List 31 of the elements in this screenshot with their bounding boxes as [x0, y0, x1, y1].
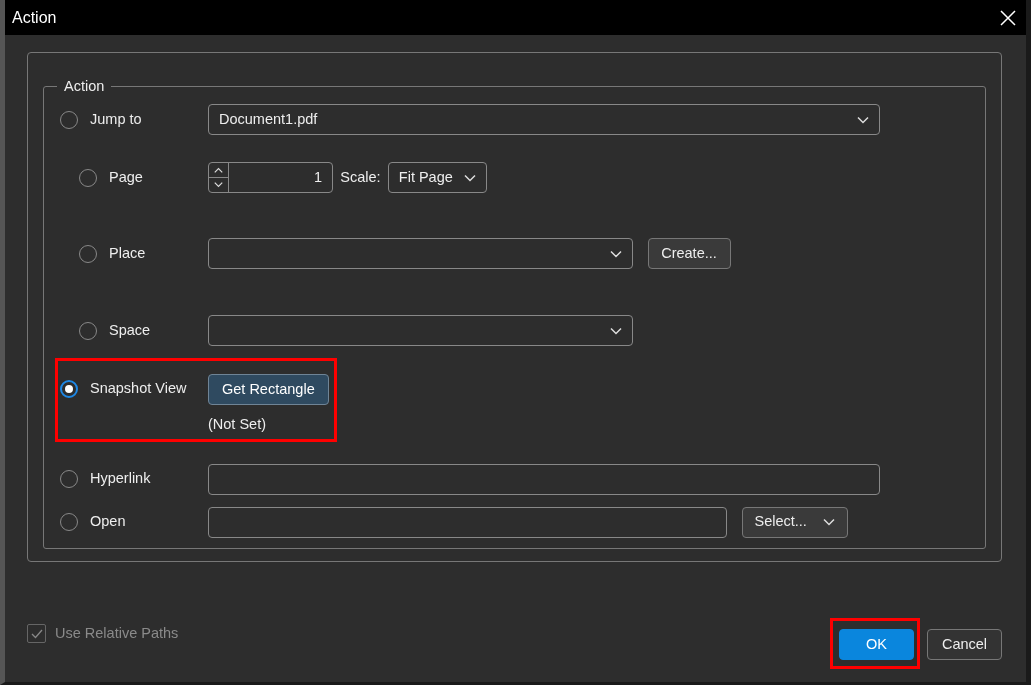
chevron-down-icon — [857, 115, 869, 124]
text-field[interactable] — [208, 463, 880, 495]
option-label: Snapshot View — [90, 379, 187, 399]
chevron-down-icon — [463, 173, 476, 182]
checkmark-icon — [30, 628, 43, 639]
dropdown[interactable] — [208, 315, 633, 346]
chevron-down-icon — [822, 518, 835, 527]
ok-button[interactable]: OK — [839, 629, 914, 660]
status-text: (Not Set) — [208, 415, 267, 434]
scale-label: Scale: — [340, 167, 381, 187]
close-button[interactable] — [998, 7, 1018, 28]
dropdown[interactable]: Fit Page — [387, 162, 487, 193]
option-label: Jump to — [90, 109, 142, 129]
create-button[interactable]: Create... — [647, 238, 731, 269]
text-field[interactable] — [208, 506, 727, 538]
dropdown[interactable] — [208, 238, 633, 269]
cancel-button[interactable]: Cancel — [927, 629, 1002, 660]
dropdown[interactable]: Document1.pdf — [208, 104, 880, 135]
get-rectangle-button[interactable]: Get Rectangle — [208, 374, 329, 405]
chevron-down-icon — [610, 249, 622, 258]
option-label: Hyperlink — [90, 469, 151, 489]
number-spinner[interactable]: 1 — [208, 162, 333, 193]
option-label: Page — [109, 167, 143, 187]
option-label: Space — [109, 320, 151, 340]
chevron-down-icon — [610, 326, 622, 335]
option-label: Open — [90, 512, 126, 532]
checkbox-label: Use Relative Paths — [55, 624, 179, 643]
radio-button[interactable] — [60, 380, 78, 398]
select-button[interactable]: Select... — [741, 506, 848, 538]
option-label: Place — [109, 243, 146, 263]
window-title: Action — [12, 7, 57, 28]
